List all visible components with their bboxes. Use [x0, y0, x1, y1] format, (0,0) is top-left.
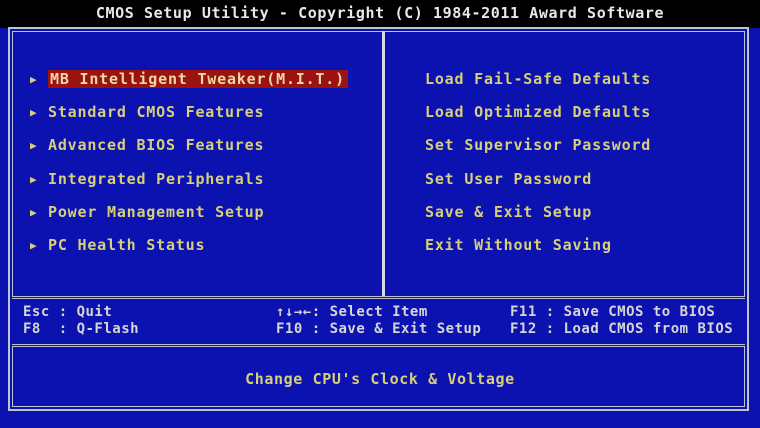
arrow-right-icon: ▶ [30, 172, 38, 186]
arrow-right-icon: ▶ [30, 205, 38, 219]
menu-item-label: Integrated Peripherals [48, 170, 265, 188]
menu-item-label: Standard CMOS Features [48, 103, 265, 121]
help-f8-qflash: F8 : Q-Flash [23, 321, 140, 337]
menu-item-label: Advanced BIOS Features [48, 136, 265, 154]
menu-item-set-user-password[interactable]: Set User Password [425, 169, 592, 189]
help-f12-load-cmos: F12 : Load CMOS from BIOS [510, 321, 734, 337]
arrow-right-icon: ▶ [30, 105, 38, 119]
column-divider [382, 31, 385, 296]
window-title: CMOS Setup Utility - Copyright (C) 1984-… [95, 4, 665, 22]
help-f10-save-exit: F10 : Save & Exit Setup [276, 321, 482, 337]
menu-item-label: MB Intelligent Tweaker(M.I.T.) [48, 70, 348, 88]
help-select-item: ↑↓→←: Select Item [276, 304, 428, 320]
menu-item-load-fail-safe-defaults[interactable]: Load Fail-Safe Defaults [425, 69, 651, 89]
menu-item-advanced-bios-features[interactable]: ▶ Advanced BIOS Features [30, 135, 264, 155]
arrow-right-icon: ▶ [30, 72, 38, 86]
arrow-right-icon: ▶ [30, 238, 38, 252]
menu-item-standard-cmos-features[interactable]: ▶ Standard CMOS Features [30, 102, 264, 122]
menu-item-exit-without-saving[interactable]: Exit Without Saving [425, 235, 612, 255]
menu-item-label: Power Management Setup [48, 203, 265, 221]
menu-item-integrated-peripherals[interactable]: ▶ Integrated Peripherals [30, 169, 264, 189]
menu-item-load-optimized-defaults[interactable]: Load Optimized Defaults [425, 102, 651, 122]
help-f11-save-cmos: F11 : Save CMOS to BIOS [510, 304, 716, 320]
menu-item-save-exit-setup[interactable]: Save & Exit Setup [425, 202, 592, 222]
arrow-right-icon: ▶ [30, 138, 38, 152]
status-text: Change CPU's Clock & Voltage [245, 370, 515, 388]
menu-item-label: PC Health Status [48, 236, 206, 254]
menu-item-mb-intelligent-tweaker[interactable]: ▶ MB Intelligent Tweaker(M.I.T.) [30, 69, 348, 89]
help-esc-quit: Esc : Quit [23, 304, 113, 320]
menu-item-pc-health-status[interactable]: ▶ PC Health Status [30, 235, 205, 255]
menu-item-set-supervisor-password[interactable]: Set Supervisor Password [425, 135, 651, 155]
bios-screen: CMOS Setup Utility - Copyright (C) 1984-… [0, 0, 760, 428]
menu-item-power-management-setup[interactable]: ▶ Power Management Setup [30, 202, 264, 222]
help-separator-top [12, 296, 745, 299]
